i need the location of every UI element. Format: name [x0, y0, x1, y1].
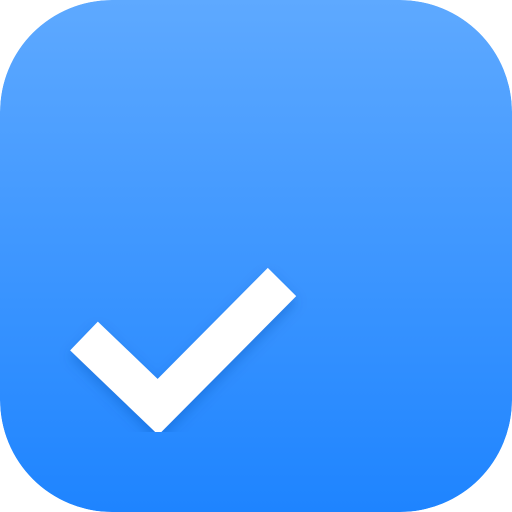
icon-canvas	[0, 0, 512, 512]
app-icon[interactable]	[0, 0, 512, 512]
app-icon-graphic	[0, 0, 512, 512]
icon-background	[0, 0, 512, 512]
